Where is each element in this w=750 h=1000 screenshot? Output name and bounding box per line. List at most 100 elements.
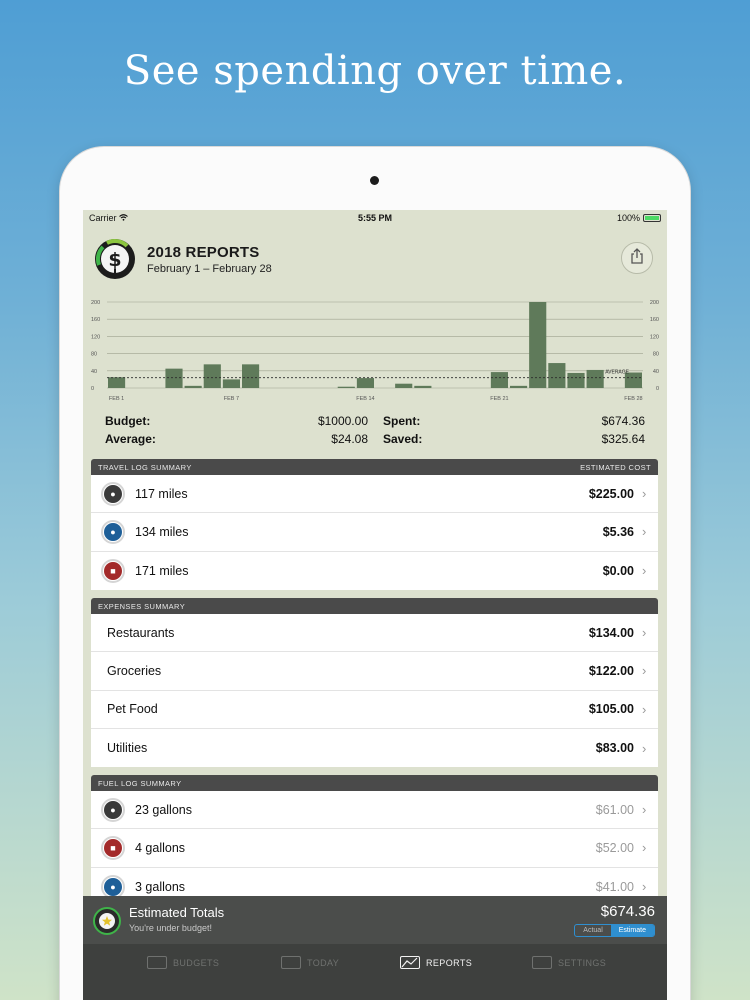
camera xyxy=(370,176,379,185)
spending-chart-svg: 0 0 40 40 80 80 120 120 160 160 200 200 AVERAGE FEB 1… xyxy=(91,300,659,402)
tab-bar: BUDGETS TODAY REPORTS SETTINGS xyxy=(83,944,667,1000)
travel-log-header: TRAVEL LOG SUMMARY ESTIMATED COST xyxy=(91,459,658,475)
svg-text:$: $ xyxy=(108,249,121,271)
battery-icon xyxy=(643,214,661,222)
estimated-totals-bar: Estimated Totals You're under budget! $6… xyxy=(83,896,667,944)
chart-bar xyxy=(548,363,566,388)
status-time: 5:55 PM xyxy=(357,213,392,223)
y-tick-label-left: 160 xyxy=(91,317,100,323)
saved-key: Saved: xyxy=(383,432,423,446)
expense-row-value: $83.00 xyxy=(595,741,634,756)
travel-row[interactable]: ■ 171 miles $0.00 › xyxy=(91,551,658,590)
stats-panel: Budget: $1000.00 Average: $24.08 Spent: … xyxy=(83,410,667,450)
budget-star-icon xyxy=(93,907,121,935)
budgets-icon xyxy=(147,956,167,969)
travel-log-summary: TRAVEL LOG SUMMARY ESTIMATED COST ● 117 … xyxy=(91,459,658,590)
expense-row-label: Groceries xyxy=(107,663,162,678)
actual-estimate-toggle: Actual Estimate xyxy=(574,924,655,937)
y-tick-label-left: 0 xyxy=(91,386,94,392)
share-button[interactable] xyxy=(621,242,653,274)
tab-settings-label: SETTINGS xyxy=(558,957,607,968)
y-tick-label-right: 160 xyxy=(650,317,659,323)
travel-header-title: TRAVEL LOG SUMMARY xyxy=(98,462,192,472)
average-key: Average: xyxy=(105,432,156,446)
fuel-row[interactable]: ■ 4 gallons $52.00 › xyxy=(91,829,658,868)
tab-today-label: TODAY xyxy=(307,957,340,968)
y-tick-label-left: 80 xyxy=(91,352,97,358)
battery-indicator: 100% xyxy=(617,213,661,223)
spending-chart: 0 0 40 40 80 80 120 120 160 160 200 200 AVERAGE FEB 1… xyxy=(83,294,667,408)
chart-bar xyxy=(414,385,432,388)
report-title: 2018 REPORTS xyxy=(147,244,260,261)
y-tick-label-right: 200 xyxy=(650,300,659,306)
car-icon: ● xyxy=(101,797,125,822)
expense-row-value: $134.00 xyxy=(588,625,634,640)
travel-icon-1: ● xyxy=(104,522,122,541)
x-tick-label: FEB 14 xyxy=(356,396,374,402)
chart-bar xyxy=(529,302,547,388)
budget-key: Budget: xyxy=(105,414,151,428)
settings-dots-icon xyxy=(532,956,552,969)
saved-label: Saved: xyxy=(383,432,422,446)
expense-row-label: Pet Food xyxy=(107,702,158,717)
tab-today[interactable]: TODAY xyxy=(281,956,339,969)
chevron-right-icon: › xyxy=(642,802,647,818)
segment-estimate[interactable]: Estimate xyxy=(610,925,654,936)
travel-row-label: 117 miles xyxy=(135,486,188,501)
y-tick-label-right: 80 xyxy=(653,352,659,358)
expense-row-label: Utilities xyxy=(107,741,148,756)
fuel-row[interactable]: ● 23 gallons $61.00 › xyxy=(91,791,658,830)
tab-budgets-label: BUDGETS xyxy=(173,957,220,968)
y-tick-label-right: 120 xyxy=(650,334,659,340)
chevron-right-icon: › xyxy=(642,740,647,756)
expense-row-value: $122.00 xyxy=(588,663,634,678)
expenses-summary: EXPENSES SUMMARY Restaurants $134.00 › G… xyxy=(91,598,658,768)
expenses-header-title: EXPENSES SUMMARY xyxy=(98,601,186,611)
report-date-range: February 1 – February 28 xyxy=(147,263,272,275)
average-value: $24.08 xyxy=(331,432,368,446)
segment-actual[interactable]: Actual xyxy=(575,925,610,936)
totals-title: Estimated Totals xyxy=(129,905,225,920)
travel-row[interactable]: ● 117 miles $225.00 › xyxy=(91,475,658,514)
expense-row-value: $105.00 xyxy=(588,702,634,717)
chart-bar xyxy=(586,369,604,388)
chart-bar xyxy=(510,385,528,388)
expenses-header: EXPENSES SUMMARY xyxy=(91,598,658,614)
fuel-header-title: FUEL LOG SUMMARY xyxy=(98,778,182,788)
status-bar: Carrier 5:55 PM 100% xyxy=(83,210,667,226)
travel-header-right: ESTIMATED COST xyxy=(580,462,651,472)
spent-key: Spent: xyxy=(383,414,421,428)
expense-row[interactable]: Utilities $83.00 › xyxy=(91,728,658,768)
app-screen: Carrier 5:55 PM 100% $ 2018 REPORTS Febr… xyxy=(83,210,667,1000)
chart-bar xyxy=(567,372,585,388)
expense-row[interactable]: Pet Food $105.00 › xyxy=(91,690,658,729)
travel-row[interactable]: ● 134 miles $5.36 › xyxy=(91,513,658,552)
travel-row-value: $225.00 xyxy=(588,486,634,501)
expense-row[interactable]: Groceries $122.00 › xyxy=(91,652,658,691)
chart-bar xyxy=(490,372,508,388)
x-tick-label: FEB 28 xyxy=(624,396,642,402)
x-tick-label: FEB 7 xyxy=(224,396,239,402)
budget-label: Budget: xyxy=(105,414,150,428)
x-tick-label: FEB 21 xyxy=(490,396,508,402)
fuel-row-value: $61.00 xyxy=(595,802,634,817)
chevron-right-icon: › xyxy=(642,625,647,641)
tab-budgets[interactable]: BUDGETS xyxy=(147,956,219,969)
saved-value: $325.64 xyxy=(601,432,645,446)
battery-percent: 100% xyxy=(616,213,640,223)
fuel-row-label: 23 gallons xyxy=(135,802,192,817)
dollar-gauge-icon: $ xyxy=(93,237,137,281)
average-label: AVERAGE xyxy=(605,370,629,376)
tab-reports[interactable]: REPORTS xyxy=(400,956,472,969)
chart-bar xyxy=(184,385,202,388)
average-label: Average: xyxy=(105,432,156,446)
tab-settings[interactable]: SETTINGS xyxy=(532,956,606,969)
travel-icon-2: ■ xyxy=(104,561,122,580)
expense-row[interactable]: Restaurants $134.00 › xyxy=(91,614,658,653)
rv-icon: ■ xyxy=(101,835,125,860)
chevron-right-icon: › xyxy=(642,879,647,895)
headline: See spending over time. xyxy=(123,48,627,94)
y-tick-label-left: 120 xyxy=(91,334,100,340)
today-icon xyxy=(281,956,301,969)
car-icon: ● xyxy=(101,481,125,506)
